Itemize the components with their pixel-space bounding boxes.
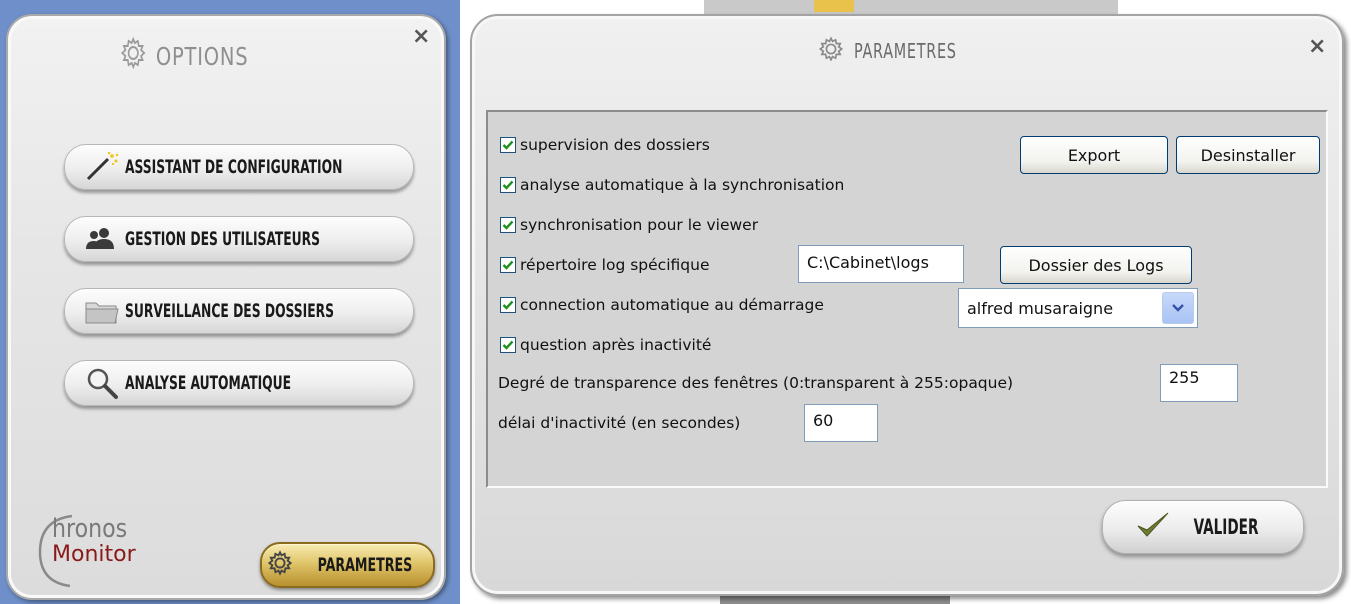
checkbox-auto-analysis[interactable] (500, 177, 516, 193)
checkbox-label: supervision des dossiers (520, 136, 710, 154)
logo-text-top: hronos (52, 514, 128, 544)
checkbox-auto-connect[interactable] (500, 297, 516, 313)
chronos-monitor-logo: hronos Monitor (36, 510, 186, 600)
options-title: OPTIONS (120, 36, 248, 76)
options-window: OPTIONS × ASSISTANT DE CONFIGURATION GES… (6, 14, 446, 600)
user-management-label: GESTION DES UTILISATEURS (125, 228, 321, 250)
gear-icon (267, 550, 293, 580)
close-icon[interactable]: × (412, 26, 430, 48)
user-management-button[interactable]: GESTION DES UTILISATEURS (64, 216, 414, 262)
checkmark-icon (1135, 510, 1171, 544)
folder-monitoring-label: SURVEILLANCE DES DOSSIERS (125, 300, 334, 322)
export-button[interactable]: Export (1020, 136, 1168, 174)
auto-analysis-label: ANALYSE AUTOMATIQUE (125, 372, 292, 394)
validate-button[interactable]: VALIDER (1102, 500, 1304, 554)
checkbox-row-viewer-sync[interactable]: synchronisation pour le viewer (500, 216, 758, 234)
checkbox-label: synchronisation pour le viewer (520, 216, 759, 234)
checkbox-row-log-directory[interactable]: répertoire log spécifique (500, 256, 709, 274)
magic-wand-icon (79, 151, 125, 183)
validate-button-label: VALIDER (1193, 515, 1259, 539)
options-title-text: OPTIONS (155, 41, 249, 71)
checkbox-row-folder-supervision[interactable]: supervision des dossiers (500, 136, 710, 154)
gear-icon (818, 35, 844, 67)
checkbox-label: répertoire log spécifique (520, 256, 710, 274)
checkbox-log-directory[interactable] (500, 257, 516, 273)
background-window-edge (704, 0, 1118, 15)
transparency-label: Degré de transparence des fenêtres (0:tr… (498, 374, 1014, 392)
log-folder-button[interactable]: Dossier des Logs (1000, 246, 1192, 284)
auto-analysis-button[interactable]: ANALYSE AUTOMATIQUE (64, 360, 414, 406)
setup-wizard-button[interactable]: ASSISTANT DE CONFIGURATION (64, 144, 414, 190)
checkbox-viewer-sync[interactable] (500, 217, 516, 233)
close-icon[interactable]: × (1308, 36, 1326, 58)
magnifier-icon (79, 367, 125, 399)
checkbox-row-inactivity-question[interactable]: question après inactivité (500, 336, 711, 354)
transparency-input[interactable]: 255 (1160, 364, 1238, 402)
log-path-field[interactable]: C:\Cabinet\logs (798, 245, 964, 283)
parametres-button[interactable]: PARAMETRES (260, 542, 435, 588)
chevron-down-icon[interactable] (1162, 292, 1194, 324)
folder-icon (79, 295, 125, 327)
auto-connect-user-select[interactable]: alfred musaraigne (958, 288, 1198, 328)
users-icon (79, 223, 125, 255)
checkbox-row-auto-connect[interactable]: connection automatique au démarrage (500, 296, 824, 314)
logo-text-bottom: Monitor (52, 542, 136, 567)
checkbox-label: analyse automatique à la synchronisation (520, 176, 845, 194)
checkbox-inactivity-question[interactable] (500, 337, 516, 353)
inactivity-delay-label: délai d'inactivité (en secondes) (498, 414, 741, 432)
auto-connect-user-value: alfred musaraigne (967, 298, 1114, 318)
uninstall-button[interactable]: Desinstaller (1176, 136, 1320, 174)
checkbox-label: question après inactivité (520, 336, 712, 354)
parametres-button-label: PARAMETRES (317, 554, 412, 576)
gear-icon (120, 36, 147, 76)
parametres-title-text: PARAMETRES (854, 39, 957, 63)
checkbox-label: connection automatique au démarrage (520, 296, 824, 314)
folder-monitoring-button[interactable]: SURVEILLANCE DES DOSSIERS (64, 288, 414, 334)
setup-wizard-label: ASSISTANT DE CONFIGURATION (125, 156, 343, 178)
checkbox-folder-supervision[interactable] (500, 137, 516, 153)
checkbox-row-auto-analysis[interactable]: analyse automatique à la synchronisation (500, 176, 844, 194)
inactivity-delay-input[interactable]: 60 (804, 404, 878, 442)
parametres-title: PARAMETRES (818, 34, 997, 68)
